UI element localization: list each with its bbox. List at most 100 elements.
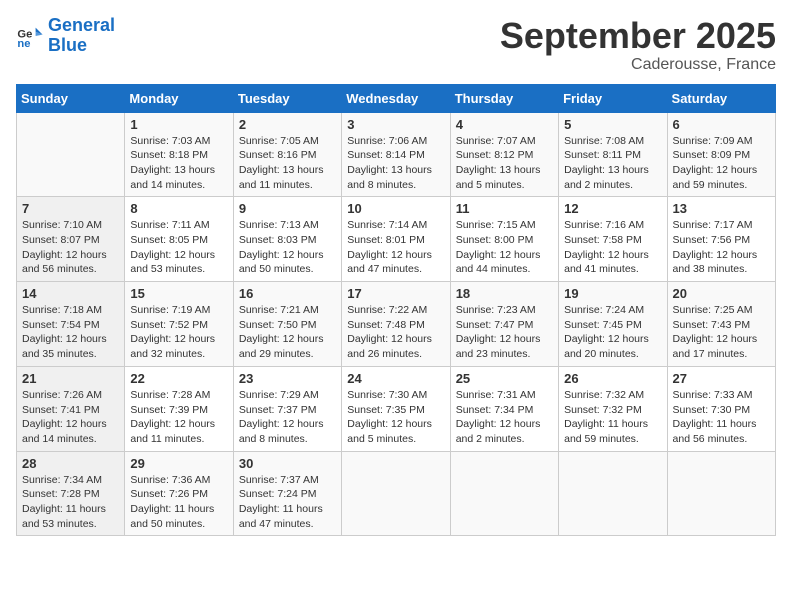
day-number: 17 [347,286,444,301]
calendar-cell: 25 Sunrise: 7:31 AM Sunset: 7:34 PM Dayli… [450,366,558,451]
day-info: Sunrise: 7:28 AM Sunset: 7:39 PM Dayligh… [130,388,227,447]
header-cell-tuesday: Tuesday [233,84,341,112]
calendar-cell: 9 Sunrise: 7:13 AM Sunset: 8:03 PM Daylig… [233,197,341,282]
header-cell-sunday: Sunday [17,84,125,112]
calendar-body: 1 Sunrise: 7:03 AM Sunset: 8:18 PM Daylig… [17,112,776,536]
day-number: 8 [130,201,227,216]
header-row: SundayMondayTuesdayWednesdayThursdayFrid… [17,84,776,112]
day-number: 11 [456,201,553,216]
day-number: 28 [22,456,119,471]
day-info: Sunrise: 7:22 AM Sunset: 7:48 PM Dayligh… [347,303,444,362]
day-info: Sunrise: 7:30 AM Sunset: 7:35 PM Dayligh… [347,388,444,447]
day-info: Sunrise: 7:19 AM Sunset: 7:52 PM Dayligh… [130,303,227,362]
calendar-cell: 6Sunrise: 7:09 AM Sunset: 8:09 PM Daylig… [667,112,775,197]
day-info: Sunrise: 7:25 AM Sunset: 7:43 PM Dayligh… [673,303,770,362]
day-info: Sunrise: 7:37 AM Sunset: 7:24 PM Dayligh… [239,473,336,532]
day-info: Sunrise: 7:05 AM Sunset: 8:16 PM Dayligh… [239,134,336,193]
day-info: Sunrise: 7:10 AM Sunset: 8:07 PM Dayligh… [22,218,119,277]
calendar-cell: 4Sunrise: 7:07 AM Sunset: 8:12 PM Daylig… [450,112,558,197]
day-info: Sunrise: 7:33 AM Sunset: 7:30 PM Dayligh… [673,388,770,447]
calendar-cell: 29 Sunrise: 7:36 AM Sunset: 7:26 PM Dayli… [125,451,233,536]
calendar-table: SundayMondayTuesdayWednesdayThursdayFrid… [16,84,776,537]
day-info: Sunrise: 7:06 AM Sunset: 8:14 PM Dayligh… [347,134,444,193]
day-number: 14 [22,286,119,301]
day-number: 2 [239,117,336,132]
day-info: Sunrise: 7:03 AM Sunset: 8:18 PM Dayligh… [130,134,227,193]
calendar-cell: 12Sunrise: 7:16 AM Sunset: 7:58 PM Dayli… [559,197,667,282]
calendar-cell: 16 Sunrise: 7:21 AM Sunset: 7:50 PM Dayli… [233,282,341,367]
day-number: 3 [347,117,444,132]
day-info: Sunrise: 7:31 AM Sunset: 7:34 PM Dayligh… [456,388,553,447]
day-info: Sunrise: 7:15 AM Sunset: 8:00 PM Dayligh… [456,218,553,277]
day-number: 24 [347,371,444,386]
calendar-cell: 17 Sunrise: 7:22 AM Sunset: 7:48 PM Dayli… [342,282,450,367]
day-info: Sunrise: 7:14 AM Sunset: 8:01 PM Dayligh… [347,218,444,277]
day-number: 29 [130,456,227,471]
calendar-cell: 18Sunrise: 7:23 AM Sunset: 7:47 PM Dayli… [450,282,558,367]
day-number: 12 [564,201,661,216]
calendar-cell [342,451,450,536]
header-cell-wednesday: Wednesday [342,84,450,112]
day-info: Sunrise: 7:08 AM Sunset: 8:11 PM Dayligh… [564,134,661,193]
day-number: 5 [564,117,661,132]
day-info: Sunrise: 7:26 AM Sunset: 7:41 PM Dayligh… [22,388,119,447]
week-row-4: 28Sunrise: 7:34 AM Sunset: 7:28 PM Dayli… [17,451,776,536]
day-number: 20 [673,286,770,301]
week-row-1: 7 Sunrise: 7:10 AM Sunset: 8:07 PM Daylig… [17,197,776,282]
day-info: Sunrise: 7:18 AM Sunset: 7:54 PM Dayligh… [22,303,119,362]
calendar-cell: 19Sunrise: 7:24 AM Sunset: 7:45 PM Dayli… [559,282,667,367]
calendar-header: SundayMondayTuesdayWednesdayThursdayFrid… [17,84,776,112]
header-cell-thursday: Thursday [450,84,558,112]
day-info: Sunrise: 7:21 AM Sunset: 7:50 PM Dayligh… [239,303,336,362]
calendar-cell: 10Sunrise: 7:14 AM Sunset: 8:01 PM Dayli… [342,197,450,282]
day-number: 9 [239,201,336,216]
calendar-cell: 13 Sunrise: 7:17 AM Sunset: 7:56 PM Dayli… [667,197,775,282]
day-number: 4 [456,117,553,132]
week-row-2: 14 Sunrise: 7:18 AM Sunset: 7:54 PM Dayli… [17,282,776,367]
calendar-cell: 14 Sunrise: 7:18 AM Sunset: 7:54 PM Dayli… [17,282,125,367]
header-cell-friday: Friday [559,84,667,112]
logo-icon: Ge ne [16,22,44,50]
day-info: Sunrise: 7:09 AM Sunset: 8:09 PM Dayligh… [673,134,770,193]
calendar-cell: 1 Sunrise: 7:03 AM Sunset: 8:18 PM Daylig… [125,112,233,197]
day-number: 7 [22,201,119,216]
day-number: 23 [239,371,336,386]
day-number: 19 [564,286,661,301]
calendar-cell: 15 Sunrise: 7:19 AM Sunset: 7:52 PM Dayli… [125,282,233,367]
day-number: 25 [456,371,553,386]
day-number: 16 [239,286,336,301]
calendar-cell: 7 Sunrise: 7:10 AM Sunset: 8:07 PM Daylig… [17,197,125,282]
day-number: 13 [673,201,770,216]
calendar-cell: 26Sunrise: 7:32 AM Sunset: 7:32 PM Dayli… [559,366,667,451]
calendar-cell [450,451,558,536]
week-row-0: 1 Sunrise: 7:03 AM Sunset: 8:18 PM Daylig… [17,112,776,197]
header-cell-monday: Monday [125,84,233,112]
header-cell-saturday: Saturday [667,84,775,112]
calendar-cell [559,451,667,536]
calendar-cell: 21 Sunrise: 7:26 AM Sunset: 7:41 PM Dayli… [17,366,125,451]
month-title: September 2025 [500,16,776,56]
day-info: Sunrise: 7:13 AM Sunset: 8:03 PM Dayligh… [239,218,336,277]
day-number: 30 [239,456,336,471]
day-info: Sunrise: 7:17 AM Sunset: 7:56 PM Dayligh… [673,218,770,277]
header: Ge ne General Blue September 2025 Cadero… [16,16,776,74]
calendar-cell [667,451,775,536]
logo: Ge ne General Blue [16,16,115,56]
title-area: September 2025 Caderousse, France [500,16,776,74]
day-number: 27 [673,371,770,386]
calendar-cell: 11 Sunrise: 7:15 AM Sunset: 8:00 PM Dayli… [450,197,558,282]
day-number: 1 [130,117,227,132]
calendar-cell: 27 Sunrise: 7:33 AM Sunset: 7:30 PM Dayli… [667,366,775,451]
calendar-cell: 24 Sunrise: 7:30 AM Sunset: 7:35 PM Dayli… [342,366,450,451]
logo-text-blue: Blue [48,35,87,55]
day-info: Sunrise: 7:11 AM Sunset: 8:05 PM Dayligh… [130,218,227,277]
day-number: 21 [22,371,119,386]
day-number: 15 [130,286,227,301]
svg-text:ne: ne [17,38,30,50]
day-number: 18 [456,286,553,301]
day-info: Sunrise: 7:36 AM Sunset: 7:26 PM Dayligh… [130,473,227,532]
day-info: Sunrise: 7:32 AM Sunset: 7:32 PM Dayligh… [564,388,661,447]
calendar-cell: 22Sunrise: 7:28 AM Sunset: 7:39 PM Dayli… [125,366,233,451]
calendar-cell: 8 Sunrise: 7:11 AM Sunset: 8:05 PM Daylig… [125,197,233,282]
logo-text-general: General [48,15,115,35]
